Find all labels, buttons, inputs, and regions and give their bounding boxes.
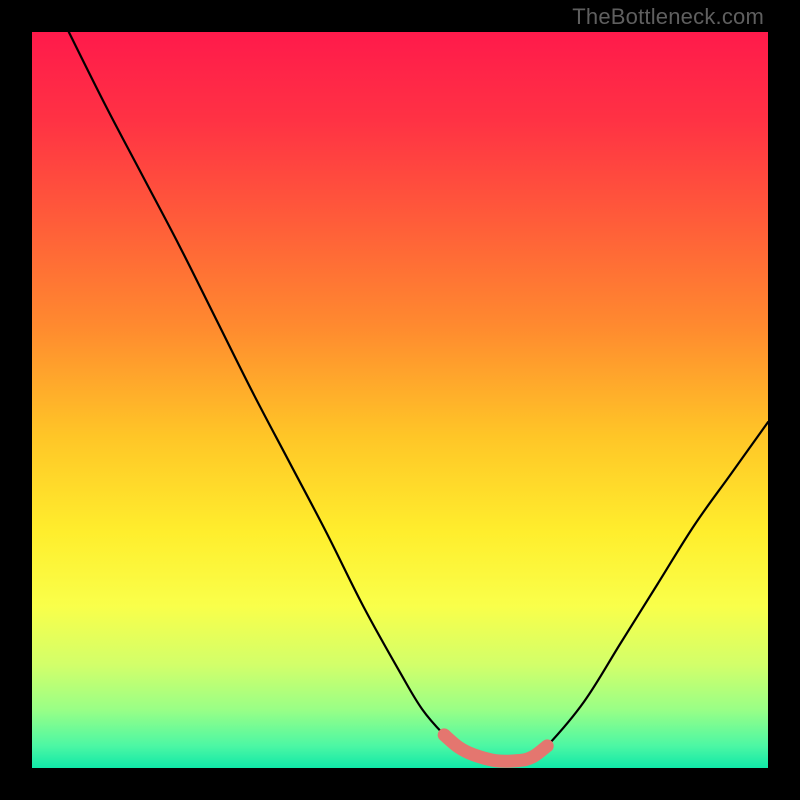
outer-frame: TheBottleneck.com (0, 0, 800, 800)
plot-area (32, 32, 768, 768)
gradient-background (32, 32, 768, 768)
watermark-text: TheBottleneck.com (572, 4, 764, 30)
chart-svg (32, 32, 768, 768)
